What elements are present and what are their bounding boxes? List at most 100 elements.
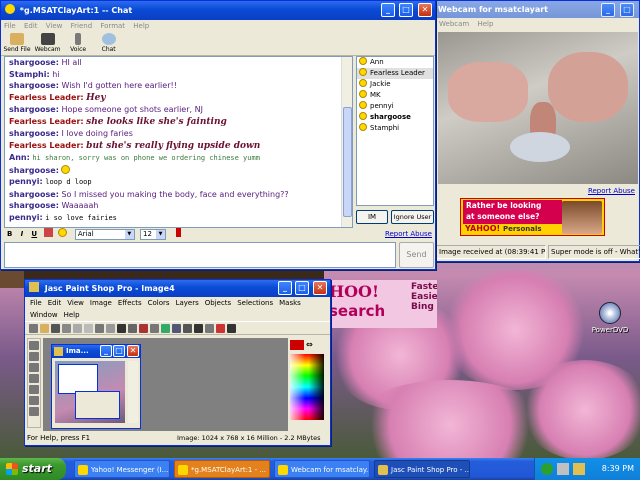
- psp-tool-icon[interactable]: [29, 341, 39, 350]
- taskbar-item-yahoo-messenger[interactable]: Yahoo! Messenger (I...: [74, 460, 170, 478]
- psp-toolbar-icon[interactable]: [106, 324, 115, 333]
- chat-button[interactable]: Chat: [95, 32, 123, 53]
- psp-toolbar-icon[interactable]: [117, 324, 126, 333]
- italic-button[interactable]: I: [21, 230, 24, 238]
- image-child-window[interactable]: Ima... _ □ ✕: [51, 344, 141, 429]
- menu-format[interactable]: Format: [100, 22, 125, 30]
- message-input[interactable]: [4, 242, 396, 268]
- taskbar-item-paintshop[interactable]: Jasc Paint Shop Pro - ...: [374, 460, 470, 478]
- taskbar-item-chat[interactable]: *g.MSATClayArt:1 - ...: [174, 460, 270, 478]
- transcript-scrollbar[interactable]: [341, 57, 352, 227]
- menu-help[interactable]: Help: [133, 22, 149, 30]
- tray-volume-icon[interactable]: [573, 463, 585, 475]
- psp-tool-icon[interactable]: [29, 374, 39, 383]
- psp-toolbar-icon[interactable]: [172, 324, 181, 333]
- im-button[interactable]: IM: [356, 210, 388, 224]
- psp-tool-icon[interactable]: [29, 363, 39, 372]
- send-file-button[interactable]: Send File: [3, 32, 31, 53]
- minimize-button[interactable]: _: [381, 3, 395, 17]
- psp-toolbar-icon[interactable]: [183, 324, 192, 333]
- psp-menu-item[interactable]: Selections: [237, 297, 273, 309]
- psp-toolbar-icon[interactable]: [227, 324, 236, 333]
- smiley-icon[interactable]: [57, 228, 67, 237]
- minimize-button[interactable]: _: [601, 3, 615, 17]
- psp-menu-item[interactable]: Layers: [176, 297, 199, 309]
- clock[interactable]: 8:39 PM: [602, 458, 634, 480]
- psp-toolbar-icon[interactable]: [84, 324, 93, 333]
- minimize-button[interactable]: _: [100, 345, 112, 357]
- status-super-text[interactable]: Super mode is off - What's this?: [551, 248, 640, 256]
- user-list-item[interactable]: Jackie: [357, 79, 433, 90]
- ignore-user-button[interactable]: Ignore User: [391, 210, 434, 224]
- psp-toolbar-icon[interactable]: [150, 324, 159, 333]
- psp-toolbar-icon[interactable]: [194, 324, 203, 333]
- chat-transcript[interactable]: shargoose: HI all Stamphi: hi shargoose: W…: [4, 56, 353, 228]
- psp-menu-item[interactable]: Objects: [205, 297, 231, 309]
- user-list-item[interactable]: MK: [357, 90, 433, 101]
- psp-tool-icon[interactable]: [29, 385, 39, 394]
- chat-titlebar[interactable]: *g.MSATClayArt:1 -- Chat _ □ ✕: [1, 1, 435, 20]
- swap-colors-icon[interactable]: ⇔: [306, 340, 318, 350]
- minimize-button[interactable]: _: [278, 281, 292, 295]
- psp-menu-item[interactable]: Colors: [148, 297, 170, 309]
- user-list-item[interactable]: Ann: [357, 57, 433, 68]
- tray-messenger-icon[interactable]: [541, 463, 553, 475]
- psp-toolbar-icon[interactable]: [73, 324, 82, 333]
- psp-toolbar-icon[interactable]: [216, 324, 225, 333]
- start-button[interactable]: start: [0, 458, 66, 480]
- psp-toolbar-icon[interactable]: [205, 324, 214, 333]
- chat-report-abuse-link[interactable]: Report Abuse: [385, 228, 432, 240]
- font-select[interactable]: Arial ▼: [74, 228, 135, 240]
- webcam-report-abuse-link[interactable]: Report Abuse: [588, 187, 635, 195]
- user-list-item[interactable]: pennyi: [357, 101, 433, 112]
- tray-network-icon[interactable]: [557, 463, 569, 475]
- menu-view[interactable]: View: [46, 22, 63, 30]
- psp-toolbar-icon[interactable]: [51, 324, 60, 333]
- menu-webcam[interactable]: Webcam: [439, 20, 469, 28]
- yahoo-search-ad[interactable]: HOO! search Faste Easie Bing: [325, 280, 437, 328]
- user-list-item[interactable]: Fearless Leader: [357, 68, 433, 79]
- powerdvd-desktop-icon[interactable]: PowerDVD: [590, 302, 630, 334]
- user-list-item[interactable]: Stamphi: [357, 123, 433, 134]
- buzz-icon[interactable]: [176, 228, 182, 237]
- psp-toolbar-icon[interactable]: [62, 324, 71, 333]
- user-list-item[interactable]: shargoose: [357, 112, 433, 123]
- close-button[interactable]: ✕: [127, 345, 139, 357]
- close-button[interactable]: ✕: [418, 3, 432, 17]
- maximize-button[interactable]: □: [113, 345, 125, 357]
- color-picker-spectrum[interactable]: [290, 354, 324, 420]
- psp-menu-item[interactable]: View: [67, 297, 84, 309]
- scrollbar-thumb[interactable]: [343, 107, 352, 217]
- psp-titlebar[interactable]: Jasc Paint Shop Pro - Image4 _ □ ✕: [25, 280, 330, 297]
- menu-help[interactable]: Help: [477, 20, 493, 28]
- taskbar-item-webcam[interactable]: Webcam for msatclay...: [274, 460, 370, 478]
- psp-menu-item[interactable]: Effects: [118, 297, 142, 309]
- maximize-button[interactable]: □: [620, 3, 634, 17]
- underline-button[interactable]: U: [31, 230, 37, 238]
- webcam-titlebar[interactable]: Webcam for msatclayart _ □: [436, 1, 639, 18]
- send-button[interactable]: Send: [399, 242, 434, 268]
- psp-menu-item[interactable]: Masks: [279, 297, 301, 309]
- menu-friend[interactable]: Friend: [71, 22, 93, 30]
- psp-toolbar-icon[interactable]: [139, 324, 148, 333]
- menu-edit[interactable]: Edit: [24, 22, 38, 30]
- psp-toolbar-icon[interactable]: [95, 324, 104, 333]
- voice-button[interactable]: Voice: [64, 32, 92, 53]
- psp-menu-item[interactable]: File: [30, 297, 42, 309]
- text-color-icon[interactable]: [44, 228, 54, 237]
- webcam-button[interactable]: Webcam: [34, 32, 62, 53]
- yahoo-personals-ad[interactable]: Rather be looking at someone else? YAHOO…: [460, 198, 605, 236]
- psp-toolbar-icon[interactable]: [29, 324, 38, 333]
- menu-file[interactable]: File: [4, 22, 16, 30]
- psp-toolbar-icon[interactable]: [40, 324, 49, 333]
- maximize-button[interactable]: □: [295, 281, 309, 295]
- psp-menu-item[interactable]: Window: [30, 309, 58, 321]
- maximize-button[interactable]: □: [399, 3, 413, 17]
- psp-menu-item[interactable]: Edit: [48, 297, 62, 309]
- foreground-color-swatch[interactable]: [290, 340, 304, 350]
- psp-tool-icon[interactable]: [29, 396, 39, 405]
- close-button[interactable]: ✕: [313, 281, 327, 295]
- size-select[interactable]: 12 ▼: [140, 228, 167, 240]
- psp-menu-item[interactable]: Help: [64, 309, 80, 321]
- image-scrollbar[interactable]: [128, 361, 138, 423]
